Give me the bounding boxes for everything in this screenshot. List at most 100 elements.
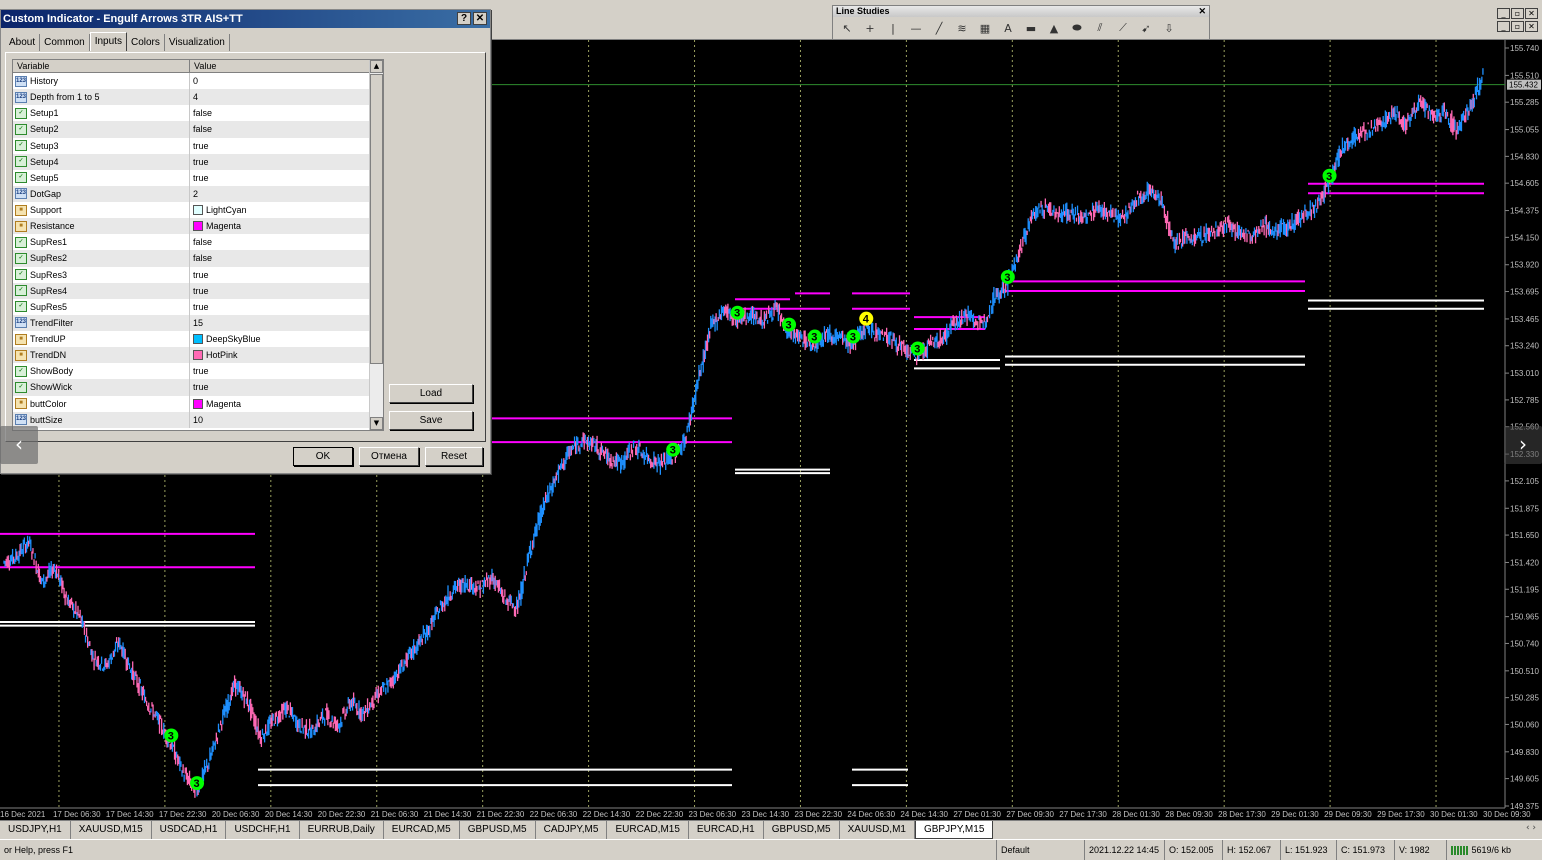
chevron-right-icon[interactable]: › [1504, 426, 1542, 464]
more-icon[interactable]: ⇩ [1159, 20, 1179, 36]
table-row[interactable]: 123 TrendFilter 15 [13, 314, 370, 331]
status-profile[interactable]: Default [996, 840, 1084, 860]
table-row[interactable]: ✓ SupRes3 true [13, 266, 370, 283]
symbol-tab[interactable]: USDCHF,H1 [226, 821, 300, 839]
vertical-line-icon[interactable]: | [883, 20, 903, 36]
line-studies-title[interactable]: Line Studies ✕ [833, 6, 1209, 17]
param-value[interactable]: true [190, 363, 370, 379]
column-header-value[interactable]: Value [190, 60, 370, 72]
tab-about[interactable]: About [5, 34, 41, 51]
table-row[interactable]: ✓ ShowWick true [13, 379, 370, 396]
table-row[interactable]: ✓ Setup4 true [13, 153, 370, 170]
param-value[interactable]: true [190, 379, 370, 395]
param-value[interactable]: 10 [190, 412, 370, 428]
symbol-tab[interactable]: XAUUSD,M1 [840, 821, 915, 839]
grid-scrollbar[interactable]: ▲ ▼ [369, 60, 383, 430]
tab-common[interactable]: Common [40, 34, 90, 51]
cancel-button[interactable]: Отмена [359, 447, 419, 466]
param-value[interactable]: 0 [190, 73, 370, 89]
symbol-tab[interactable]: GBPUSD,M5 [764, 821, 840, 839]
param-value[interactable]: false [190, 121, 370, 137]
symbol-tab[interactable]: EURCAD,M15 [607, 821, 689, 839]
close-icon[interactable]: ✕ [1525, 8, 1538, 19]
symbol-tab[interactable]: XAUUSD,M15 [71, 821, 152, 839]
ok-button[interactable]: OK [293, 447, 353, 466]
table-row[interactable]: ■ TrendDN HotPink [13, 347, 370, 364]
table-row[interactable]: ■ buttColor Magenta [13, 395, 370, 412]
table-row[interactable]: ✓ SupRes4 true [13, 282, 370, 299]
symbol-tab[interactable]: USDCAD,H1 [152, 821, 227, 839]
symbol-tab[interactable]: EURCAD,H1 [689, 821, 764, 839]
save-button[interactable]: Save [389, 411, 473, 430]
table-row[interactable]: ✓ Setup1 false [13, 105, 370, 122]
symbol-tab[interactable]: EURRUB,Daily [300, 821, 384, 839]
dialog-titlebar[interactable]: Custom Indicator - Engulf Arrows 3TR AIS… [1, 10, 490, 28]
param-value[interactable]: false [190, 250, 370, 266]
rectangle-icon[interactable]: ▬ [1021, 20, 1041, 36]
channel-icon[interactable]: ▦ [975, 20, 995, 36]
text-icon[interactable]: A [998, 20, 1018, 36]
minimize-icon[interactable]: _ [1497, 21, 1510, 32]
tab-scroll-icon[interactable]: ‹ › [1526, 823, 1536, 833]
crosshair-icon[interactable]: + [860, 20, 880, 36]
symbol-tab[interactable]: GBPUSD,M5 [460, 821, 536, 839]
param-value[interactable]: Magenta [190, 218, 370, 234]
table-row[interactable]: 123 Depth from 1 to 54 [13, 89, 370, 106]
symbol-tab[interactable]: GBPJPY,M15 [914, 821, 994, 839]
param-value[interactable]: true [190, 299, 370, 315]
param-value[interactable]: true [190, 154, 370, 170]
param-value[interactable]: true [190, 138, 370, 154]
param-value[interactable]: HotPink [190, 347, 370, 363]
table-row[interactable]: ✓ Setup3 true [13, 137, 370, 154]
scroll-thumb[interactable] [370, 74, 383, 364]
param-value[interactable]: Magenta [190, 396, 370, 412]
close-icon[interactable]: ✕ [1198, 6, 1206, 17]
close-icon[interactable]: ✕ [1525, 21, 1538, 32]
close-icon[interactable]: ✕ [473, 12, 487, 25]
triangle-icon[interactable]: ▲ [1044, 20, 1064, 36]
scroll-up-icon[interactable]: ▲ [370, 60, 383, 73]
tab-colors[interactable]: Colors [127, 34, 165, 51]
scroll-down-icon[interactable]: ▼ [370, 417, 383, 430]
column-header-variable[interactable]: Variable [13, 60, 190, 72]
symbol-tab[interactable]: USDJPY,H1 [0, 821, 71, 839]
param-value[interactable]: LightCyan [190, 202, 370, 218]
param-value[interactable]: false [190, 234, 370, 250]
fibo-icon[interactable]: ≋ [952, 20, 972, 36]
tab-visualization[interactable]: Visualization [165, 34, 230, 51]
reset-button[interactable]: Reset [425, 447, 483, 466]
param-value[interactable]: true [190, 170, 370, 186]
horizontal-line-icon[interactable]: — [906, 20, 926, 36]
load-button[interactable]: Load [389, 384, 473, 403]
param-value[interactable]: 2 [190, 186, 370, 202]
ellipse-icon[interactable]: ⬬ [1067, 20, 1087, 36]
param-value[interactable]: true [190, 267, 370, 283]
table-row[interactable]: 123 History 0 [13, 73, 370, 90]
minimize-icon[interactable]: _ [1497, 8, 1510, 19]
table-row[interactable]: ✓ Setup5 true [13, 169, 370, 186]
gann-icon[interactable]: ⟋ [1113, 20, 1133, 36]
symbol-tab[interactable]: EURCAD,M5 [384, 821, 460, 839]
symbol-tab[interactable]: CADJPY,M5 [536, 821, 608, 839]
table-row[interactable]: ■ Resistance Magenta [13, 218, 370, 235]
table-row[interactable]: ✓ SupRes5 true [13, 298, 370, 315]
param-value[interactable]: true [190, 283, 370, 299]
param-value[interactable]: false [190, 105, 370, 121]
restore-icon[interactable]: ▫ [1511, 8, 1524, 19]
table-row[interactable]: ✓ SupRes1 false [13, 234, 370, 251]
param-value[interactable]: DeepSkyBlue [190, 331, 370, 347]
chevron-left-icon[interactable]: ‹ [0, 426, 38, 464]
table-row[interactable]: 123 DotGap 2 [13, 185, 370, 202]
trendline-icon[interactable]: ╱ [929, 20, 949, 36]
help-icon[interactable]: ? [457, 12, 471, 25]
pitchfork-icon[interactable]: ⫽ [1090, 20, 1110, 36]
table-row[interactable]: ✓ SupRes2 false [13, 250, 370, 267]
table-row[interactable]: ✓ ShowBody true [13, 363, 370, 380]
param-value[interactable]: 15 [190, 315, 370, 331]
restore-icon[interactable]: ▫ [1511, 21, 1524, 32]
cursor-icon[interactable]: ↖ [837, 20, 857, 36]
table-row[interactable]: ■ TrendUP DeepSkyBlue [13, 331, 370, 348]
arrow-icon[interactable]: ➹ [1136, 20, 1156, 36]
param-value[interactable]: 4 [190, 89, 370, 105]
table-row[interactable]: ✓ Setup2 false [13, 121, 370, 138]
